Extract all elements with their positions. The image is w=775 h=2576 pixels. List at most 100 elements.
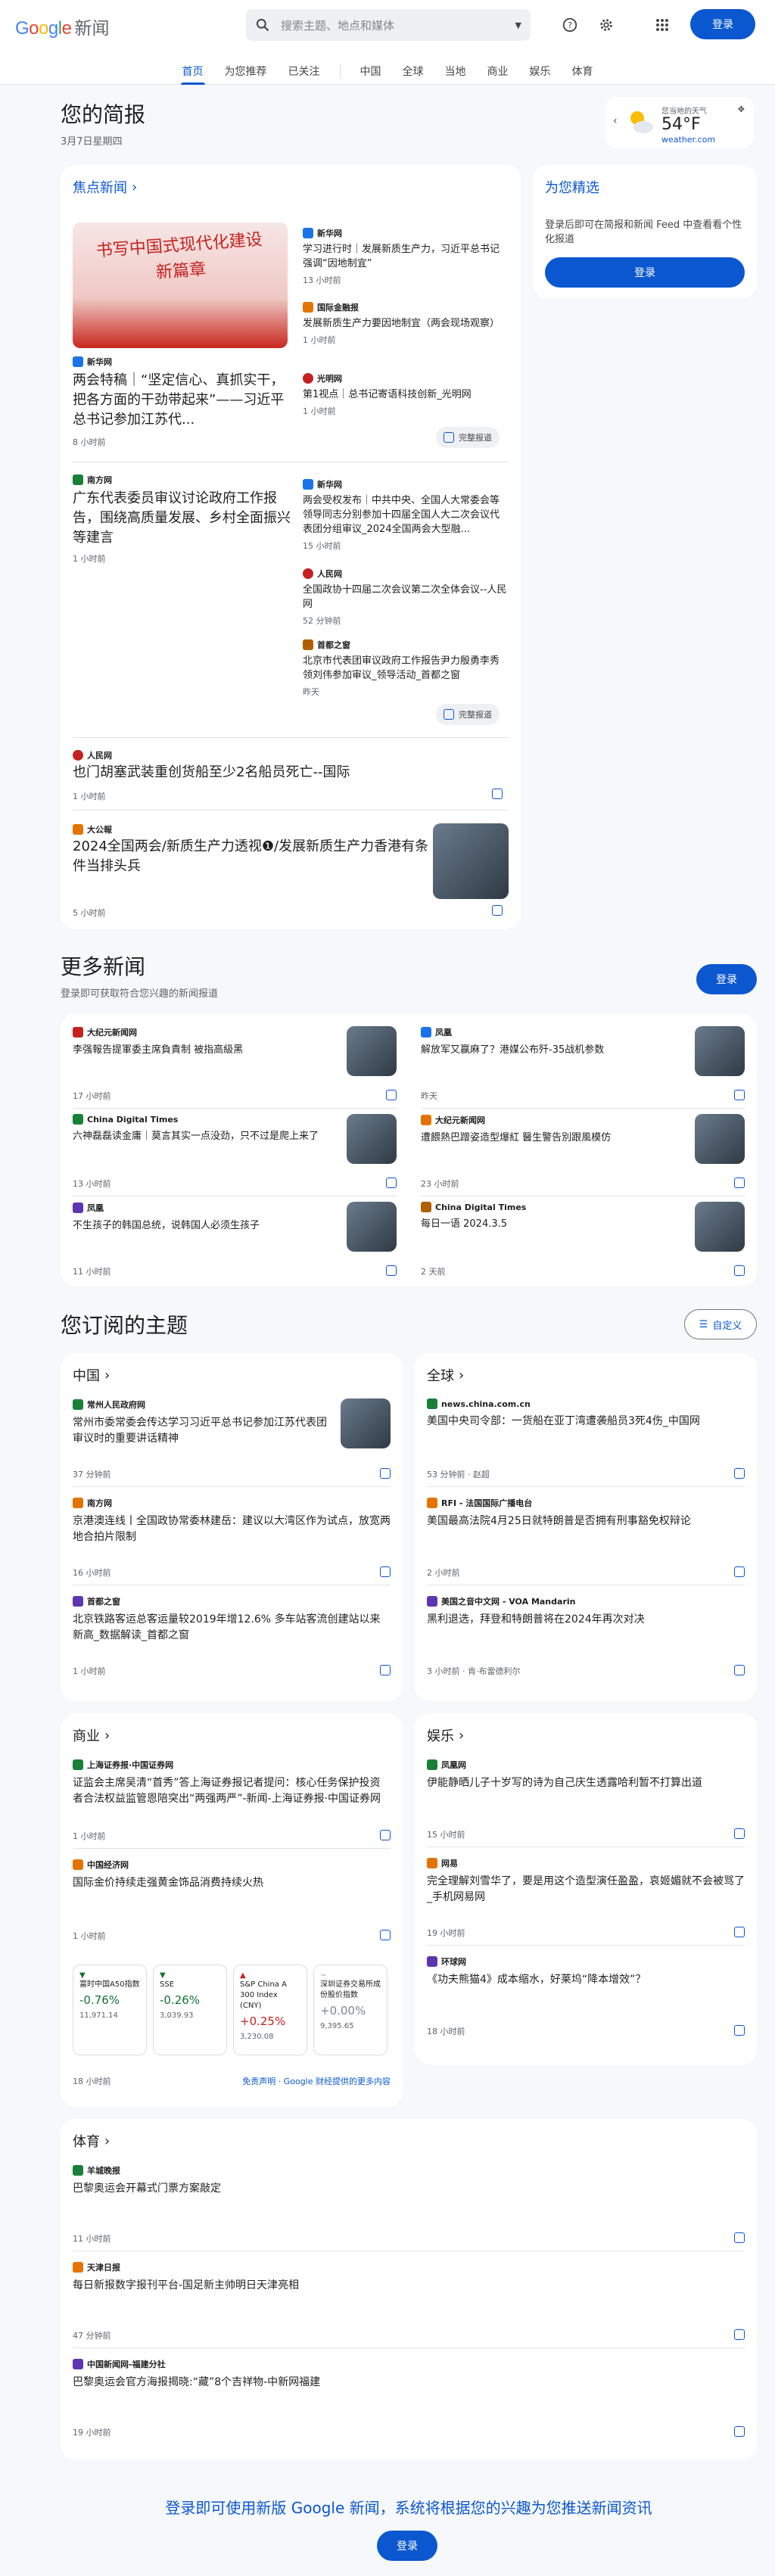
tab-world[interactable]: 全球 [392,58,434,85]
story-headline[interactable]: 美国中央司令部：一货船在亚丁湾遭袭船员3死4伤_中国网 [427,1414,745,1430]
list-item[interactable]: news.china.com.cn 美国中央司令部：一货船在亚丁湾遭袭船员3死4伤… [427,1398,745,1430]
list-item[interactable]: China Digital Times 每日一语 2024.3.5 [421,1202,745,1252]
story-headline[interactable]: 伊能静晒儿子十岁写的诗为自己庆生透露哈利暂不打算出道 [427,1775,745,1791]
story-headline[interactable]: 全国政协十四届二次会议第二次全体会议--人民网 [303,583,509,611]
story-thumbnail[interactable] [347,1202,397,1252]
story-headline[interactable]: 巴黎奥运会官方海报揭晓:“藏”8个吉祥物-中新网福建 [73,2375,745,2391]
list-item[interactable]: 上海证券报·中国证券网 证监会主席吴清“首秀”答上海证券报记者提问：核心任务保护投… [73,1759,391,1807]
related-story-5[interactable]: 人民网 全国政协十四届二次会议第二次全体会议--人民网 52 分钟前 [303,568,509,627]
story-headline[interactable]: 北京市代表团审议政府工作报告尹力殷勇李秀领刘伟参加审议_领导活动_首都之窗 [303,654,509,683]
full-coverage-icon[interactable] [380,1566,391,1577]
story-headline[interactable]: 京港澳连线丨全国政协常委林建岳：建议以大湾区作为试点，放宽两地合拍片限制 [73,1514,391,1545]
related-story-1[interactable]: 新华网 学习进行时｜发展新质生产力，习近平总书记强调“因地制宜” 13 小时前 [303,227,509,286]
story-headline[interactable]: 国际金价持续走强黄金饰品消费持续火热 [73,1875,391,1891]
chevron-left-icon[interactable]: ‹ [613,115,618,127]
story-headline[interactable]: 证监会主席吴清“首秀”答上海证券报记者提问：核心任务保护投资者合法权益监管恩陪突… [73,1775,391,1807]
story-headline[interactable]: 两会受权发布｜中共中央、全国人大常委会等领导同志分别参加十四届全国人大二次会议代… [303,493,509,537]
stock-ticker-card[interactable]: − 深圳证券交易所成份股价指数 +0.00% 9,395.65 [313,1965,388,2055]
related-story-3[interactable]: 光明网 第1视点｜总书记寄语科技创新_光明网 1 小时前 [303,372,509,417]
weather-widget[interactable]: ‹ 您当地的天气 54°F weather.com ✥ [605,97,754,148]
full-coverage-icon[interactable] [386,1178,397,1188]
full-coverage-icon[interactable] [734,2025,745,2036]
full-coverage-icon[interactable] [734,2426,745,2437]
story-thumbnail[interactable] [347,1026,397,1076]
tab-entertainment[interactable]: 娱乐 [519,58,562,85]
list-item[interactable]: RFI - 法国国际广播电台 美国最高法院4月25日就特朗普是否拥有刑事豁免权辩论 [427,1497,745,1529]
list-item[interactable]: 凤凰网 伊能静晒儿子十岁写的诗为自己庆生透露哈利暂不打算出道 [427,1759,745,1791]
stock-ticker-card[interactable]: ▼ SSE -0.26% 3,039.93 [153,1965,227,2055]
story-headline[interactable]: 北京铁路客运总客运量较2019年增12.6% 多车站客流创建站以来新高_数据解读… [73,1612,391,1644]
related-story-4[interactable]: 新华网 两会受权发布｜中共中央、全国人大常委会等领导同志分别参加十四届全国人大二… [303,478,509,552]
top-stories-heading[interactable]: 焦点新闻 › [73,177,137,197]
full-coverage-icon[interactable] [734,1090,745,1100]
footer-signin-button[interactable]: 登录 [377,2531,437,2561]
tab-sports[interactable]: 体育 [562,58,604,85]
full-coverage-icon[interactable] [380,1665,391,1675]
story-headline[interactable]: 2024全国两会/新质生产力透视❶/发展新质生产力香港有条件当排头兵 [73,837,436,876]
story-headline[interactable]: 美国最高法院4月25日就特朗普是否拥有刑事豁免权辩论 [427,1514,745,1529]
gear-icon[interactable] [596,15,616,35]
story-headline[interactable]: 每日新报数字报刊平台-国足新主帅明日天津亮相 [73,2278,745,2294]
full-coverage-icon[interactable] [734,2232,745,2243]
story-thumbnail[interactable] [347,1114,397,1164]
topic-heading[interactable]: 商业 › [73,1725,110,1745]
story-thumbnail[interactable] [433,823,509,899]
story-headline[interactable]: 不生孩子的韩国总统，说韩国人必须生孩子 [73,1218,336,1233]
apps-grid-icon[interactable] [652,15,672,35]
full-coverage-icon[interactable] [386,1090,397,1100]
weather-source[interactable]: weather.com [661,135,715,145]
full-coverage-icon[interactable] [492,905,503,916]
full-coverage-icon[interactable] [380,1930,391,1940]
topic-heading[interactable]: 中国 › [73,1365,110,1385]
full-coverage-icon[interactable] [380,1830,391,1840]
full-coverage-icon[interactable] [734,1178,745,1188]
list-item[interactable]: 常州人民政府网 常州市委常委会传达学习习近平总书记参加江苏代表团审议时的重要讲话精… [73,1398,391,1448]
full-coverage-icon[interactable] [734,1927,745,1937]
story-headline[interactable]: 完全理解刘雪华了，要是用这个造型演任盈盈，哀姬媚就不会被骂了_手机网易网 [427,1874,745,1906]
full-coverage-icon[interactable] [492,789,503,799]
stock-ticker-card[interactable]: ▲ S&P China A 300 Index (CNY) +0.25% 3,230.… [233,1965,307,2055]
story-headline[interactable]: 巴黎奥运会开幕式门票方案敲定 [73,2181,745,2197]
list-item[interactable]: China Digital Times 六神磊磊读金庸｜莫言其实一点没劲，只不过是… [73,1114,397,1164]
tab-china[interactable]: 中国 [350,58,392,85]
list-item[interactable]: 环球网 《功夫熊猫4》成本缩水，好莱坞“降本增效”？ [427,1955,745,1988]
story-thumbnail[interactable] [695,1202,745,1252]
list-item[interactable]: 网易 完全理解刘雪华了，要是用这个造型演任盈盈，哀姬媚就不会被骂了_手机网易网 [427,1857,745,1906]
signin-button[interactable]: 登录 [690,9,755,39]
story-headline[interactable]: 第1视点｜总书记寄语科技创新_光明网 [303,387,509,402]
full-coverage-icon[interactable] [380,1468,391,1479]
story-thumbnail[interactable] [341,1398,391,1448]
story-headline[interactable]: 解放军又赢麻了？港媒公布歼-35战机参数 [421,1043,684,1057]
full-coverage-icon[interactable] [734,1468,745,1479]
story-headline[interactable]: 两会特稿｜“坚定信心、真抓实干，把各方面的干劲带起来”——习近平总书记参加江苏代… [73,371,292,430]
expand-icon[interactable]: ✥ [738,104,745,114]
story-headline[interactable]: 李强報告提軍委主席負責制 被指高級黑 [73,1043,336,1057]
list-item[interactable]: 凤凰 不生孩子的韩国总统，说韩国人必须生孩子 [73,1202,397,1252]
finance-disclaimer[interactable]: 免责声明 · Google 财经提供的更多内容 [212,2075,391,2087]
topic-heading[interactable]: 体育 › [73,2131,110,2151]
story-headline[interactable]: 常州市委常委会传达学习习近平总书记参加江苏代表团审议时的重要讲话精神 [73,1415,330,1447]
story-headline[interactable]: 黑利退选，拜登和特朗普将在2024年再次对决 [427,1612,745,1628]
chevron-down-icon[interactable]: ▼ [515,20,521,30]
tab-home[interactable]: 首页 [172,58,214,85]
list-item[interactable]: 南方网 京港澳连线丨全国政协常委林建岳：建议以大湾区作为试点，放宽两地合拍片限制 [73,1497,391,1545]
list-item[interactable]: 中国新闻网-福建分社 巴黎奥运会官方海报揭晓:“藏”8个吉祥物-中新网福建 [73,2358,745,2391]
related-story-6[interactable]: 首都之窗 北京市代表团审议政府工作报告尹力殷勇李秀领刘伟参加审议_领导活动_首都… [303,639,509,698]
tab-business[interactable]: 商业 [477,58,519,85]
story-thumbnail[interactable] [695,1026,745,1076]
full-coverage-icon[interactable] [386,1265,397,1276]
topic-heading[interactable]: 全球 › [427,1365,464,1385]
story-headline[interactable]: 六神磊磊读金庸｜莫言其实一点没劲，只不过是爬上来了 [73,1129,336,1143]
google-news-logo[interactable]: Google 新闻 [15,14,109,39]
search-bar[interactable]: 搜索主题、地点和媒体 ▼ [246,9,531,41]
list-item[interactable]: 美国之音中文网 - VOA Mandarin 黑利退选，拜登和特朗普将在2024年… [427,1595,745,1628]
stock-ticker-card[interactable]: ▼ 富时中国A50指数 -0.76% 11,971.14 [73,1965,147,2055]
tab-for-you[interactable]: 为您推荐 [214,58,278,85]
story-thumbnail[interactable] [695,1114,745,1164]
list-item[interactable]: 凤凰 解放军又赢麻了？港媒公布歼-35战机参数 [421,1026,745,1076]
story-headline[interactable]: 发展新质生产力要因地制宜（两会现场观察） [303,316,509,331]
story-headline[interactable]: 也门胡塞武装重创货船至少2名船员死亡--国际 [73,763,496,782]
list-item[interactable]: 大纪元新闻网 遭餵熱巴蹭姿造型爆紅 醫生警告別跟風模仿 [421,1114,745,1164]
full-coverage-icon[interactable] [734,2329,745,2340]
list-item[interactable]: 天津日报 每日新报数字报刊平台-国足新主帅明日天津亮相 [73,2261,745,2294]
